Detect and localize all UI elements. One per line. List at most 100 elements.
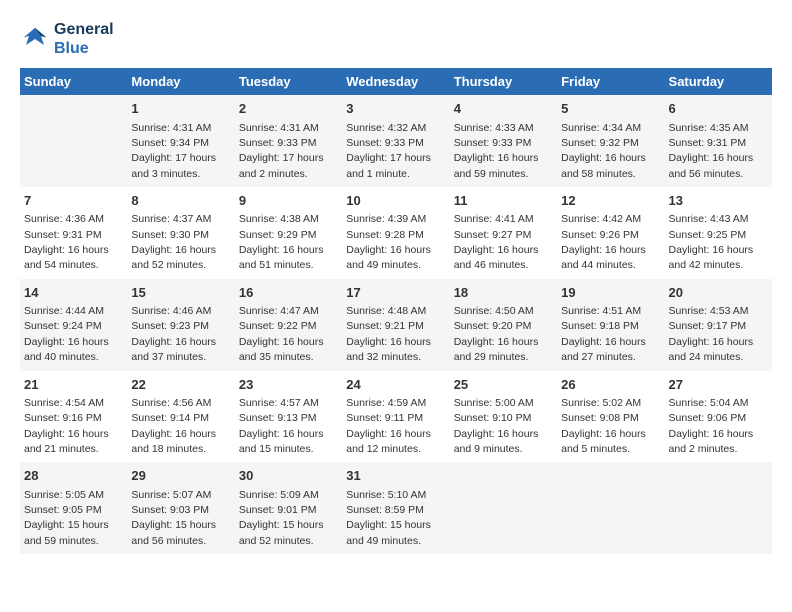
- day-number: 11: [454, 192, 553, 210]
- sunset-info: Sunset: 9:30 PM: [131, 229, 209, 241]
- calendar-cell: 25 Sunrise: 5:00 AM Sunset: 9:10 PM Dayl…: [450, 371, 557, 463]
- sunset-info: Sunset: 9:05 PM: [24, 504, 102, 516]
- calendar-cell: 24 Sunrise: 4:59 AM Sunset: 9:11 PM Dayl…: [342, 371, 449, 463]
- calendar-cell: 11 Sunrise: 4:41 AM Sunset: 9:27 PM Dayl…: [450, 187, 557, 279]
- calendar-cell: [665, 462, 772, 554]
- day-number: 20: [669, 284, 768, 302]
- sunset-info: Sunset: 9:18 PM: [561, 320, 639, 332]
- daylight-info: Daylight: 16 hours and 32 minutes.: [346, 336, 431, 363]
- day-number: 13: [669, 192, 768, 210]
- weekday-header: Monday: [127, 68, 234, 95]
- sunrise-info: Sunrise: 4:48 AM: [346, 305, 426, 317]
- daylight-info: Daylight: 16 hours and 35 minutes.: [239, 336, 324, 363]
- weekday-header: Friday: [557, 68, 664, 95]
- calendar-cell: 23 Sunrise: 4:57 AM Sunset: 9:13 PM Dayl…: [235, 371, 342, 463]
- calendar-cell: 5 Sunrise: 4:34 AM Sunset: 9:32 PM Dayli…: [557, 95, 664, 187]
- daylight-info: Daylight: 16 hours and 44 minutes.: [561, 244, 646, 271]
- weekday-header: Tuesday: [235, 68, 342, 95]
- page-header: General Blue: [20, 20, 772, 58]
- daylight-info: Daylight: 16 hours and 12 minutes.: [346, 428, 431, 455]
- daylight-info: Daylight: 16 hours and 40 minutes.: [24, 336, 109, 363]
- calendar-cell: [450, 462, 557, 554]
- calendar-body: 1 Sunrise: 4:31 AM Sunset: 9:34 PM Dayli…: [20, 95, 772, 554]
- sunrise-info: Sunrise: 4:46 AM: [131, 305, 211, 317]
- sunrise-info: Sunrise: 4:43 AM: [669, 213, 749, 225]
- sunset-info: Sunset: 9:06 PM: [669, 412, 747, 424]
- day-number: 23: [239, 376, 338, 394]
- calendar-cell: 21 Sunrise: 4:54 AM Sunset: 9:16 PM Dayl…: [20, 371, 127, 463]
- day-number: 8: [131, 192, 230, 210]
- calendar-cell: 31 Sunrise: 5:10 AM Sunset: 8:59 PM Dayl…: [342, 462, 449, 554]
- sunset-info: Sunset: 9:11 PM: [346, 412, 423, 424]
- calendar-cell: 20 Sunrise: 4:53 AM Sunset: 9:17 PM Dayl…: [665, 279, 772, 371]
- sunrise-info: Sunrise: 4:33 AM: [454, 122, 534, 134]
- sunset-info: Sunset: 9:01 PM: [239, 504, 317, 516]
- sunrise-info: Sunrise: 4:47 AM: [239, 305, 319, 317]
- day-number: 24: [346, 376, 445, 394]
- weekday-header: Sunday: [20, 68, 127, 95]
- sunrise-info: Sunrise: 5:04 AM: [669, 397, 749, 409]
- sunrise-info: Sunrise: 4:37 AM: [131, 213, 211, 225]
- day-number: 6: [669, 100, 768, 118]
- daylight-info: Daylight: 16 hours and 24 minutes.: [669, 336, 754, 363]
- day-number: 9: [239, 192, 338, 210]
- day-number: 27: [669, 376, 768, 394]
- sunset-info: Sunset: 9:26 PM: [561, 229, 639, 241]
- sunset-info: Sunset: 9:13 PM: [239, 412, 317, 424]
- sunrise-info: Sunrise: 4:50 AM: [454, 305, 534, 317]
- sunset-info: Sunset: 9:22 PM: [239, 320, 317, 332]
- logo-text: General Blue: [54, 20, 114, 58]
- sunset-info: Sunset: 9:24 PM: [24, 320, 102, 332]
- sunrise-info: Sunrise: 4:34 AM: [561, 122, 641, 134]
- day-number: 17: [346, 284, 445, 302]
- sunset-info: Sunset: 9:21 PM: [346, 320, 424, 332]
- sunset-info: Sunset: 9:10 PM: [454, 412, 532, 424]
- sunset-info: Sunset: 9:14 PM: [131, 412, 209, 424]
- calendar-header: SundayMondayTuesdayWednesdayThursdayFrid…: [20, 68, 772, 95]
- calendar-cell: 3 Sunrise: 4:32 AM Sunset: 9:33 PM Dayli…: [342, 95, 449, 187]
- daylight-info: Daylight: 16 hours and 5 minutes.: [561, 428, 646, 455]
- calendar-cell: 17 Sunrise: 4:48 AM Sunset: 9:21 PM Dayl…: [342, 279, 449, 371]
- day-number: 30: [239, 467, 338, 485]
- sunrise-info: Sunrise: 4:41 AM: [454, 213, 534, 225]
- calendar-cell: 14 Sunrise: 4:44 AM Sunset: 9:24 PM Dayl…: [20, 279, 127, 371]
- sunrise-info: Sunrise: 5:00 AM: [454, 397, 534, 409]
- sunrise-info: Sunrise: 4:56 AM: [131, 397, 211, 409]
- sunrise-info: Sunrise: 4:35 AM: [669, 122, 749, 134]
- sunset-info: Sunset: 9:32 PM: [561, 137, 639, 149]
- calendar-cell: 8 Sunrise: 4:37 AM Sunset: 9:30 PM Dayli…: [127, 187, 234, 279]
- daylight-info: Daylight: 16 hours and 46 minutes.: [454, 244, 539, 271]
- calendar-cell: [20, 95, 127, 187]
- sunrise-info: Sunrise: 4:31 AM: [131, 122, 211, 134]
- daylight-info: Daylight: 16 hours and 52 minutes.: [131, 244, 216, 271]
- daylight-info: Daylight: 16 hours and 58 minutes.: [561, 152, 646, 179]
- daylight-info: Daylight: 16 hours and 51 minutes.: [239, 244, 324, 271]
- daylight-info: Daylight: 16 hours and 49 minutes.: [346, 244, 431, 271]
- day-number: 2: [239, 100, 338, 118]
- sunrise-info: Sunrise: 4:53 AM: [669, 305, 749, 317]
- sunset-info: Sunset: 9:27 PM: [454, 229, 532, 241]
- sunset-info: Sunset: 9:08 PM: [561, 412, 639, 424]
- daylight-info: Daylight: 15 hours and 52 minutes.: [239, 519, 324, 546]
- sunset-info: Sunset: 9:33 PM: [454, 137, 532, 149]
- sunrise-info: Sunrise: 5:05 AM: [24, 489, 104, 501]
- day-number: 4: [454, 100, 553, 118]
- day-number: 18: [454, 284, 553, 302]
- daylight-info: Daylight: 16 hours and 59 minutes.: [454, 152, 539, 179]
- sunrise-info: Sunrise: 4:39 AM: [346, 213, 426, 225]
- sunrise-info: Sunrise: 4:44 AM: [24, 305, 104, 317]
- sunset-info: Sunset: 9:03 PM: [131, 504, 209, 516]
- daylight-info: Daylight: 16 hours and 18 minutes.: [131, 428, 216, 455]
- day-number: 3: [346, 100, 445, 118]
- calendar-cell: 15 Sunrise: 4:46 AM Sunset: 9:23 PM Dayl…: [127, 279, 234, 371]
- sunrise-info: Sunrise: 5:07 AM: [131, 489, 211, 501]
- sunrise-info: Sunrise: 5:02 AM: [561, 397, 641, 409]
- sunset-info: Sunset: 9:34 PM: [131, 137, 209, 149]
- sunset-info: Sunset: 9:31 PM: [24, 229, 102, 241]
- sunrise-info: Sunrise: 4:42 AM: [561, 213, 641, 225]
- daylight-info: Daylight: 16 hours and 37 minutes.: [131, 336, 216, 363]
- day-number: 5: [561, 100, 660, 118]
- calendar-cell: 13 Sunrise: 4:43 AM Sunset: 9:25 PM Dayl…: [665, 187, 772, 279]
- day-number: 14: [24, 284, 123, 302]
- day-number: 22: [131, 376, 230, 394]
